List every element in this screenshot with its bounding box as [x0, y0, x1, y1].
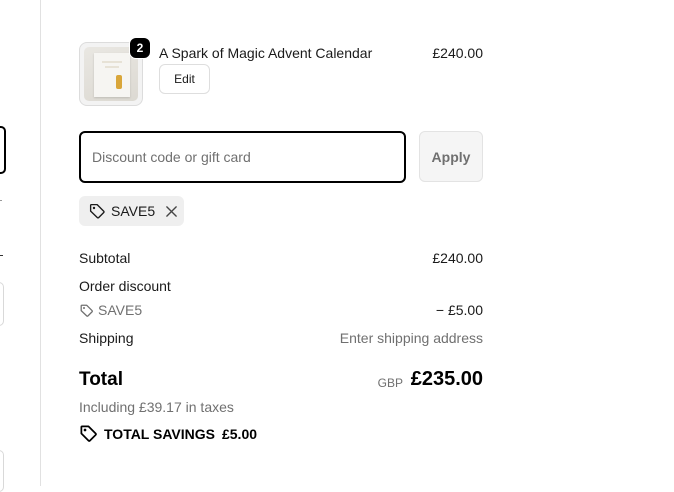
discount-code-text: SAVE5 — [98, 302, 143, 318]
total-value: £235.00 — [410, 368, 483, 390]
savings-label: TOTAL SAVINGS — [104, 425, 215, 442]
total-label: Total — [79, 369, 123, 390]
column-divider — [40, 0, 41, 486]
total-savings: TOTAL SAVINGS £5.00 — [79, 424, 257, 443]
close-icon — [165, 205, 177, 217]
product-box — [94, 53, 130, 97]
order-discount-label: Order discount — [79, 278, 171, 294]
quantity-badge: 2 — [129, 37, 151, 59]
taxes-note: Including £39.17 in taxes — [79, 399, 234, 415]
subtotal-label: Subtotal — [79, 250, 131, 266]
product-box-line — [102, 61, 122, 63]
subtotal-value: £240.00 — [432, 250, 483, 266]
discount-code-line: SAVE5 — [79, 302, 142, 318]
product-box-ornament — [116, 75, 122, 89]
product-name: A Spark of Magic Advent Calendar — [159, 45, 373, 61]
edge-link[interactable] — [0, 255, 3, 256]
tag-icon — [80, 304, 93, 317]
product-box-line — [105, 66, 119, 68]
applied-discount-chip: SAVE5 — [79, 196, 184, 226]
remove-discount-button[interactable] — [164, 204, 178, 218]
apply-button[interactable]: Apply — [419, 131, 483, 182]
edge-mark — [0, 200, 2, 201]
discount-code-input[interactable] — [79, 131, 406, 183]
applied-code-label: SAVE5 — [111, 203, 156, 219]
savings-value: £5.00 — [221, 425, 258, 442]
product-price: £240.00 — [432, 45, 483, 61]
currency-code: GBP — [377, 376, 403, 390]
edit-button[interactable]: Edit — [159, 64, 210, 94]
shipping-label: Shipping — [79, 330, 134, 346]
savings-tag-icon — [80, 425, 97, 442]
discount-amount: − £5.00 — [435, 302, 483, 318]
edge-input-focused[interactable] — [0, 126, 6, 174]
edge-input[interactable] — [0, 282, 4, 326]
shipping-value: Enter shipping address — [339, 330, 483, 346]
tag-icon — [89, 203, 105, 219]
